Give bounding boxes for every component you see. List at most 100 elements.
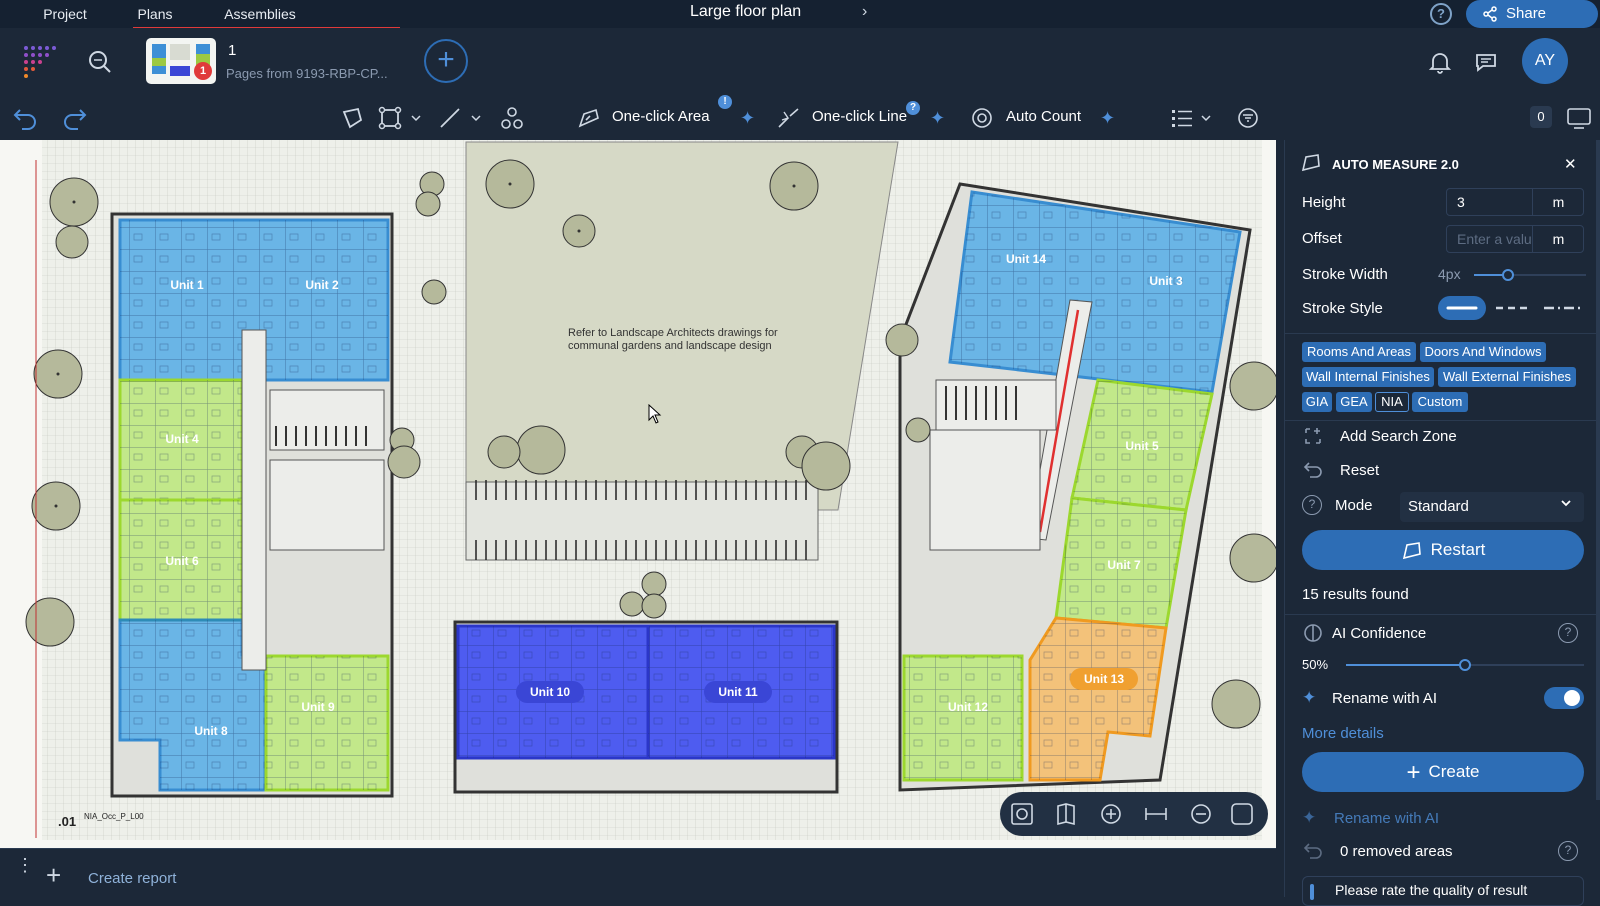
unit-label-12[interactable]: Unit 12	[936, 696, 1000, 718]
rename-with-ai-label: Rename with AI	[1332, 690, 1438, 707]
page-subtitle: Pages from 9193-RBP-CP...	[226, 66, 388, 81]
unit-label-13[interactable]: Unit 13	[1070, 668, 1138, 690]
unit-label-4[interactable]: Unit 4	[152, 428, 212, 450]
mode-select[interactable]: Standard	[1400, 492, 1584, 522]
comments-icon[interactable]	[1474, 50, 1498, 74]
restart-button[interactable]: Restart	[1302, 530, 1584, 570]
rectangle-area-tool-icon[interactable]	[378, 106, 424, 130]
restart-icon	[1402, 541, 1421, 559]
unit-label-8[interactable]: Unit 8	[181, 720, 241, 742]
more-details-link[interactable]: More details	[1302, 725, 1384, 742]
unit-label-11[interactable]: Unit 11	[704, 681, 772, 703]
filter-icon[interactable]	[1236, 106, 1260, 130]
header-bar	[0, 28, 1600, 96]
undo-icon[interactable]	[12, 106, 38, 130]
auto-count-label[interactable]: Auto Count	[1006, 108, 1081, 125]
chip-gia[interactable]: GIA	[1302, 392, 1332, 412]
offset-unit-select[interactable]: m	[1532, 225, 1584, 253]
search-icon[interactable]	[88, 50, 112, 74]
rename-with-ai-link[interactable]: Rename with AI	[1334, 810, 1439, 827]
mouse-cursor-icon	[648, 404, 662, 424]
document-title[interactable]: Large floor plan	[690, 3, 801, 21]
auto-count-icon[interactable]	[970, 106, 994, 130]
more-menu-icon[interactable]: ⋮	[16, 856, 34, 874]
unit-label-2[interactable]: Unit 2	[292, 274, 352, 296]
panel-divider	[1284, 333, 1600, 334]
stroke-style-label: Stroke Style	[1302, 300, 1383, 317]
panel-scrollbar[interactable]	[1596, 140, 1600, 800]
share-icon	[1483, 6, 1497, 22]
offset-label: Offset	[1302, 230, 1342, 247]
removed-areas-count: 0 removed areas	[1340, 843, 1453, 860]
chip-rooms-and-areas[interactable]: Rooms And Areas	[1302, 342, 1416, 362]
one-click-line-label[interactable]: One-click Line	[812, 108, 907, 125]
rename-ai-sparkle-icon: ✦	[1302, 688, 1317, 707]
tab-plans[interactable]: Plans	[133, 0, 177, 28]
rate-quality-prompt: Please rate the quality of result	[1335, 882, 1528, 898]
share-label: Share	[1506, 5, 1547, 22]
stroke-width-slider[interactable]	[1474, 268, 1586, 282]
chip-wall-internal-finishes[interactable]: Wall Internal Finishes	[1302, 367, 1434, 387]
ai-confidence-icon	[1304, 624, 1322, 642]
unit-label-7[interactable]: Unit 7	[1094, 554, 1154, 576]
plus-icon: +	[1406, 758, 1421, 786]
line-tool-icon[interactable]	[438, 106, 484, 130]
unit-label-10[interactable]: Unit 10	[516, 681, 584, 703]
reset-button[interactable]: Reset	[1340, 462, 1379, 479]
chip-wall-external-finishes[interactable]: Wall External Finishes	[1438, 367, 1576, 387]
tab-project[interactable]: Project	[32, 0, 98, 28]
drawing-canvas[interactable]: Unit 1 Unit 2 Unit 4 Unit 6 Unit 8 Unit …	[0, 140, 1276, 848]
unit-label-5[interactable]: Unit 5	[1112, 435, 1172, 457]
items-count-badge[interactable]: 0	[1530, 106, 1552, 128]
unit-label-9[interactable]: Unit 9	[288, 696, 348, 718]
count-tool-icon[interactable]	[500, 106, 524, 130]
unit-label-3[interactable]: Unit 3	[1136, 270, 1196, 292]
view-controls-icons	[1011, 803, 1253, 826]
create-report-plus-icon[interactable]: +	[46, 862, 61, 888]
help-icon[interactable]: ?	[1430, 3, 1452, 25]
one-click-area-label[interactable]: One-click Area	[612, 108, 710, 125]
panel-toggle-icon[interactable]	[1566, 106, 1592, 130]
mode-help-icon[interactable]: ?	[1302, 495, 1322, 515]
unit-label-6[interactable]: Unit 6	[152, 550, 212, 572]
create-button[interactable]: + Create	[1302, 752, 1584, 792]
list-view-icon[interactable]	[1170, 106, 1216, 130]
confidence-slider[interactable]	[1346, 658, 1584, 672]
one-click-line-sparkle-icon: ✦	[930, 108, 946, 128]
user-avatar[interactable]: AY	[1522, 38, 1568, 84]
chip-doors-and-windows[interactable]: Doors And Windows	[1420, 342, 1546, 362]
restart-label: Restart	[1430, 540, 1486, 559]
share-button[interactable]: Share	[1466, 0, 1598, 28]
auto-count-sparkle-icon: ✦	[1100, 108, 1116, 128]
one-click-area-sparkle-icon: ✦	[740, 108, 756, 128]
stroke-style-options[interactable]	[1438, 296, 1588, 320]
ai-confidence-help-icon[interactable]: ?	[1558, 623, 1578, 643]
one-click-area-icon[interactable]	[576, 106, 602, 130]
add-search-zone-button[interactable]: Add Search Zone	[1340, 428, 1457, 445]
chevron-down-icon[interactable]	[1560, 497, 1572, 509]
chip-nia[interactable]: NIA	[1375, 392, 1409, 412]
panel-title: AUTO MEASURE 2.0	[1332, 157, 1459, 172]
chip-custom[interactable]: Custom	[1412, 392, 1468, 412]
polygon-area-tool-icon[interactable]	[340, 106, 364, 130]
drawing-annotation: Refer to Landscape Architects drawings f…	[568, 327, 778, 352]
unit-label-1[interactable]: Unit 1	[157, 274, 217, 296]
one-click-line-icon[interactable]	[776, 106, 802, 130]
redo-icon[interactable]	[62, 106, 88, 130]
chevron-right-icon[interactable]: ›	[862, 3, 867, 21]
rate-quality-box[interactable]: Please rate the quality of result	[1302, 876, 1584, 906]
tab-assemblies[interactable]: Assemblies	[222, 0, 298, 28]
chip-gea[interactable]: GEA	[1336, 392, 1372, 412]
add-page-button[interactable]: +	[424, 39, 468, 83]
create-report-button[interactable]: Create report	[88, 870, 176, 887]
unit-label-14[interactable]: Unit 14	[993, 248, 1059, 270]
rate-quality-accent	[1310, 884, 1314, 900]
removed-areas-help-icon[interactable]: ?	[1558, 841, 1578, 861]
stroke-width-value: 4px	[1438, 266, 1461, 282]
height-unit-select[interactable]: m	[1532, 188, 1584, 216]
apps-grid-icon[interactable]	[22, 44, 56, 78]
close-icon[interactable]: ✕	[1564, 155, 1577, 173]
notification-bell-icon[interactable]	[1428, 50, 1452, 74]
confidence-value: 50%	[1302, 657, 1329, 672]
thumbnail-count-badge: 1	[194, 62, 212, 80]
